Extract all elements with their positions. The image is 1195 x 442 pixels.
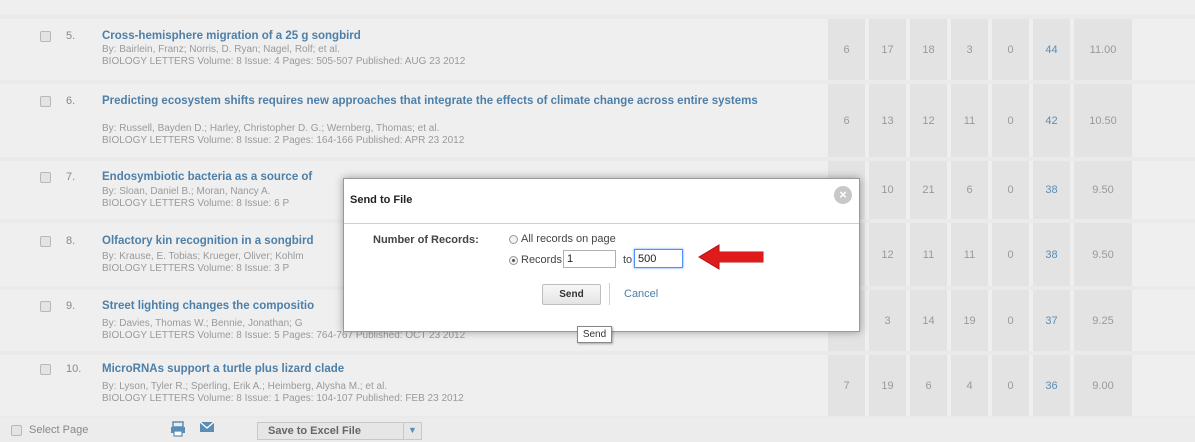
records-range-radio[interactable] xyxy=(509,256,518,265)
send-button[interactable]: Send xyxy=(542,284,601,305)
record-checkbox[interactable] xyxy=(40,96,51,107)
email-icon[interactable] xyxy=(199,420,215,437)
average-citations: 10.50 xyxy=(1072,84,1132,157)
record-number: 7. xyxy=(66,171,76,183)
button-separator xyxy=(609,283,610,305)
record-authors: By: Bairlein, Franz; Norris, D. Ryan; Na… xyxy=(102,44,340,55)
record-title[interactable]: Predicting ecosystem shifts requires new… xyxy=(102,94,782,108)
bottom-toolbar: Select Page Save to Excel File ▼ xyxy=(0,418,1195,442)
red-arrow-annotation xyxy=(698,244,764,270)
total-citations-link[interactable]: 42 xyxy=(1031,84,1070,157)
citation-cell: 0 xyxy=(990,84,1029,157)
record-number: 6. xyxy=(66,95,76,107)
citation-cell: 6 xyxy=(826,19,865,80)
record-checkbox[interactable] xyxy=(40,301,51,312)
record-number: 10. xyxy=(66,363,82,375)
citation-cell: 11 xyxy=(908,223,947,286)
record-number: 8. xyxy=(66,235,76,247)
chevron-down-icon: ▼ xyxy=(403,422,421,440)
citation-cell: 12 xyxy=(908,84,947,157)
select-page-checkbox[interactable] xyxy=(11,425,22,436)
average-citations: 9.50 xyxy=(1072,161,1132,219)
send-to-file-dialog: Send to File × Number of Records: All re… xyxy=(343,178,860,332)
citation-cell: 0 xyxy=(990,355,1029,416)
record-authors: By: Russell, Bayden D.; Harley, Christop… xyxy=(102,123,440,134)
select-page-label[interactable]: Select Page xyxy=(29,424,88,436)
record-source: BIOLOGY LETTERS Volume: 8 Issue: 2 Pages… xyxy=(102,135,465,146)
record-source: BIOLOGY LETTERS Volume: 8 Issue: 4 Pages… xyxy=(102,56,466,67)
citation-cell: 19 xyxy=(949,290,988,351)
citation-cell: 10 xyxy=(867,161,906,219)
citation-cell: 6 xyxy=(908,355,947,416)
range-from-input[interactable] xyxy=(563,250,616,268)
citation-cell: 13 xyxy=(867,84,906,157)
total-citations-link[interactable]: 36 xyxy=(1031,355,1070,416)
total-citations-link[interactable]: 44 xyxy=(1031,19,1070,80)
cancel-link[interactable]: Cancel xyxy=(624,288,658,300)
citation-cell: 14 xyxy=(908,290,947,351)
number-of-records-label: Number of Records: xyxy=(373,234,479,246)
record-checkbox[interactable] xyxy=(40,172,51,183)
dialog-title: Send to File xyxy=(350,194,413,206)
record-title[interactable]: Cross-hemisphere migration of a 25 g son… xyxy=(102,29,802,43)
record-row-10: 10. MicroRNAs support a turtle plus liza… xyxy=(0,355,1195,416)
total-citations-link[interactable]: 38 xyxy=(1031,223,1070,286)
citation-cell: 0 xyxy=(990,290,1029,351)
export-select-value: Save to Excel File xyxy=(268,425,361,437)
citation-cell: 19 xyxy=(867,355,906,416)
citation-cell: 6 xyxy=(949,161,988,219)
average-citations: 11.00 xyxy=(1072,19,1132,80)
dialog-header: Send to File × xyxy=(344,179,859,224)
average-citations: 9.25 xyxy=(1072,290,1132,351)
send-tooltip: Send xyxy=(577,326,612,343)
citation-cell: 3 xyxy=(867,290,906,351)
record-authors: By: Lyson, Tyler R.; Sperling, Erik A.; … xyxy=(102,381,388,392)
citation-cell: 12 xyxy=(867,223,906,286)
export-select[interactable]: Save to Excel File ▼ xyxy=(257,422,422,440)
average-citations: 9.50 xyxy=(1072,223,1132,286)
record-source: BIOLOGY LETTERS Volume: 8 Issue: 1 Pages… xyxy=(102,393,464,404)
citation-cell: 18 xyxy=(908,19,947,80)
print-icon[interactable] xyxy=(170,421,186,440)
citation-cell: 0 xyxy=(990,161,1029,219)
previous-record-strip xyxy=(0,0,1195,14)
average-citations: 9.00 xyxy=(1072,355,1132,416)
record-checkbox[interactable] xyxy=(40,364,51,375)
citation-cell: 0 xyxy=(990,19,1029,80)
citation-cell: 0 xyxy=(990,223,1029,286)
range-to-input[interactable] xyxy=(634,249,683,268)
record-checkbox[interactable] xyxy=(40,31,51,42)
record-row-6: 6. Predicting ecosystem shifts requires … xyxy=(0,84,1195,157)
record-checkbox[interactable] xyxy=(40,236,51,247)
citation-cell: 11 xyxy=(949,223,988,286)
record-row-5: 5. Cross-hemisphere migration of a 25 g … xyxy=(0,19,1195,80)
citation-cell: 21 xyxy=(908,161,947,219)
citation-cell: 7 xyxy=(826,355,865,416)
all-records-radio[interactable] xyxy=(509,235,518,244)
citation-cell: 6 xyxy=(826,84,865,157)
citation-cell: 3 xyxy=(949,19,988,80)
citation-cell: 17 xyxy=(867,19,906,80)
record-number: 5. xyxy=(66,30,76,42)
record-title[interactable]: MicroRNAs support a turtle plus lizard c… xyxy=(102,362,802,376)
citation-cell: 11 xyxy=(949,84,988,157)
total-citations-link[interactable]: 38 xyxy=(1031,161,1070,219)
close-icon[interactable]: × xyxy=(834,186,852,204)
all-records-label[interactable]: All records on page xyxy=(521,233,616,245)
range-to-label: to xyxy=(623,254,633,266)
record-number: 9. xyxy=(66,300,76,312)
total-citations-link[interactable]: 37 xyxy=(1031,290,1070,351)
records-range-label[interactable]: Records xyxy=(521,254,562,266)
citation-cell: 4 xyxy=(949,355,988,416)
